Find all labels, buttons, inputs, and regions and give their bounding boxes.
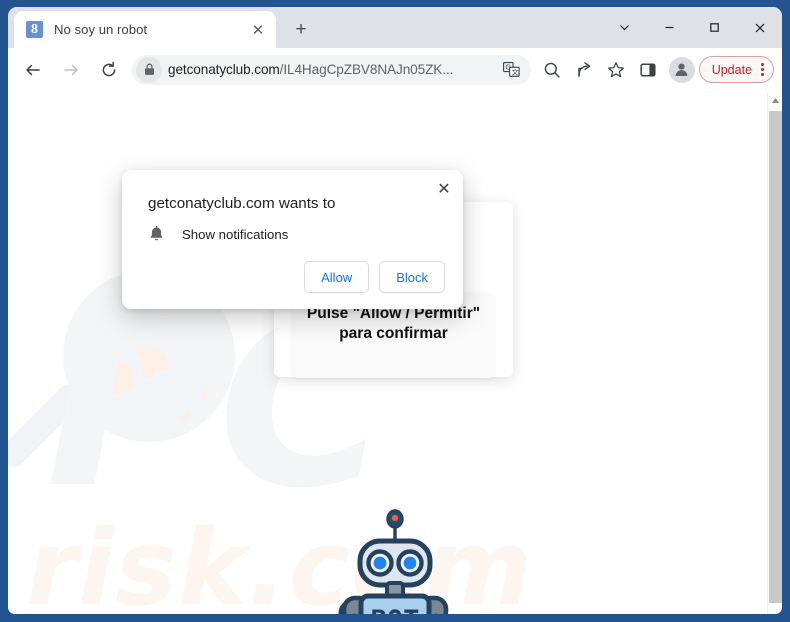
allow-button[interactable]: Allow [304, 261, 370, 293]
profile-avatar[interactable] [668, 56, 695, 83]
tab-favicon-icon: 8 [26, 21, 43, 38]
instruction-text: Pulse "Allow / Permitir" para confirmar [306, 305, 481, 342]
dialog-permission-label: Show notifications [182, 226, 289, 242]
page-viewport: PC risk.com ot ) Pulse "Allow / Permitir… [8, 92, 782, 614]
window-inner: 8 No soy un robot ✕ + getconatyclub.com/… [8, 7, 782, 614]
maximize-icon[interactable] [692, 7, 737, 48]
minimize-icon[interactable] [647, 7, 692, 48]
dialog-permission-row: Show notifications [144, 223, 288, 245]
update-button[interactable]: Update [698, 56, 774, 83]
dialog-actions: Allow Block [304, 261, 445, 293]
dialog-close-icon[interactable]: ✕ [433, 178, 455, 200]
scrollbar-up-arrow-icon[interactable] [768, 92, 782, 108]
scrollbar-down-arrow-icon[interactable] [768, 612, 782, 614]
forward-arrow-icon[interactable] [56, 55, 86, 85]
lock-icon[interactable] [136, 56, 162, 83]
page-scrollbar[interactable] [767, 92, 782, 614]
address-bar[interactable]: getconatyclub.com/IL4HagCpZBV8NAJn05ZK..… [132, 54, 531, 85]
url-host: getconatyclub.com [168, 62, 280, 77]
reload-icon[interactable] [94, 55, 124, 85]
browser-tab[interactable]: 8 No soy un robot ✕ [14, 11, 276, 48]
dialog-title: getconatyclub.com wants to [148, 195, 336, 212]
window-controls [602, 7, 782, 48]
new-tab-button[interactable]: + [288, 17, 314, 43]
tab-strip: 8 No soy un robot ✕ + [8, 7, 782, 48]
update-label: Update [711, 62, 752, 77]
block-button[interactable]: Block [379, 261, 445, 293]
tab-title: No soy un robot [54, 22, 148, 37]
browser-window: 8 No soy un robot ✕ + getconatyclub.com/… [0, 0, 790, 622]
url-path: /IL4HagCpZBV8NAJn05ZK... [279, 62, 454, 77]
notification-permission-dialog: ✕ getconatyclub.com wants to Show notifi… [122, 170, 463, 309]
back-arrow-icon[interactable] [18, 55, 48, 85]
three-dot-menu-icon[interactable] [761, 63, 764, 76]
address-bar-text: getconatyclub.com/IL4HagCpZBV8NAJn05ZK..… [168, 62, 499, 77]
bookmark-star-icon[interactable] [601, 55, 631, 85]
scrollbar-thumb[interactable] [769, 111, 782, 603]
tab-close-icon[interactable]: ✕ [248, 20, 268, 40]
search-zoom-icon[interactable] [537, 55, 567, 85]
bell-notification-icon [144, 223, 168, 245]
share-icon[interactable] [569, 55, 599, 85]
side-panel-icon[interactable] [633, 55, 663, 85]
robot-body-label: BOT [371, 605, 420, 614]
browser-toolbar: getconatyclub.com/IL4HagCpZBV8NAJn05ZK..… [8, 48, 782, 92]
translate-icon[interactable]: G 文 [499, 57, 525, 83]
tab-search-chevron-down-icon[interactable] [602, 7, 647, 48]
svg-text:文: 文 [512, 67, 519, 76]
close-icon[interactable] [737, 7, 782, 48]
robot-illustration-icon: BOT [330, 504, 460, 614]
